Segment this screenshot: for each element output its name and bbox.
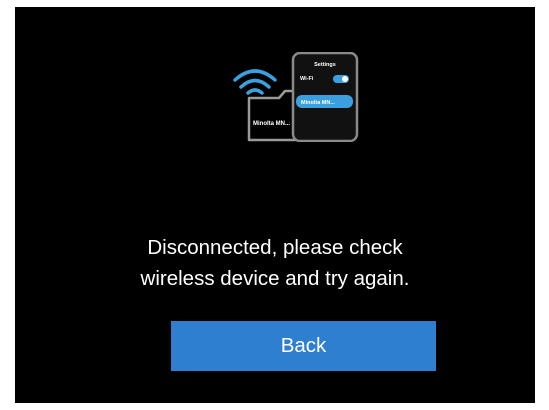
phone-icon: Settings Wi-Fi Minolta MN... xyxy=(291,52,359,142)
selected-device-row: Minolta MN... xyxy=(296,95,353,108)
wifi-toggle xyxy=(333,75,349,83)
device-screen: Minolta MN... Settings Wi-Fi Minolta MN.… xyxy=(15,7,535,403)
back-button[interactable]: Back xyxy=(171,321,436,371)
phone-wifi-label: Wi-Fi xyxy=(300,76,314,82)
phone-settings-title: Settings xyxy=(314,62,336,68)
camera-icon: Minolta MN... xyxy=(247,89,301,142)
selected-device-label: Minolta MN... xyxy=(301,100,335,106)
wifi-icon xyxy=(233,69,277,95)
error-message-line-2: wireless device and try again. xyxy=(140,267,410,290)
camera-label: Minolta MN... xyxy=(253,121,290,127)
error-message-line-1: Disconnected, please check xyxy=(147,236,403,259)
wireless-connection-illustration: Minolta MN... Settings Wi-Fi Minolta MN.… xyxy=(233,52,359,142)
